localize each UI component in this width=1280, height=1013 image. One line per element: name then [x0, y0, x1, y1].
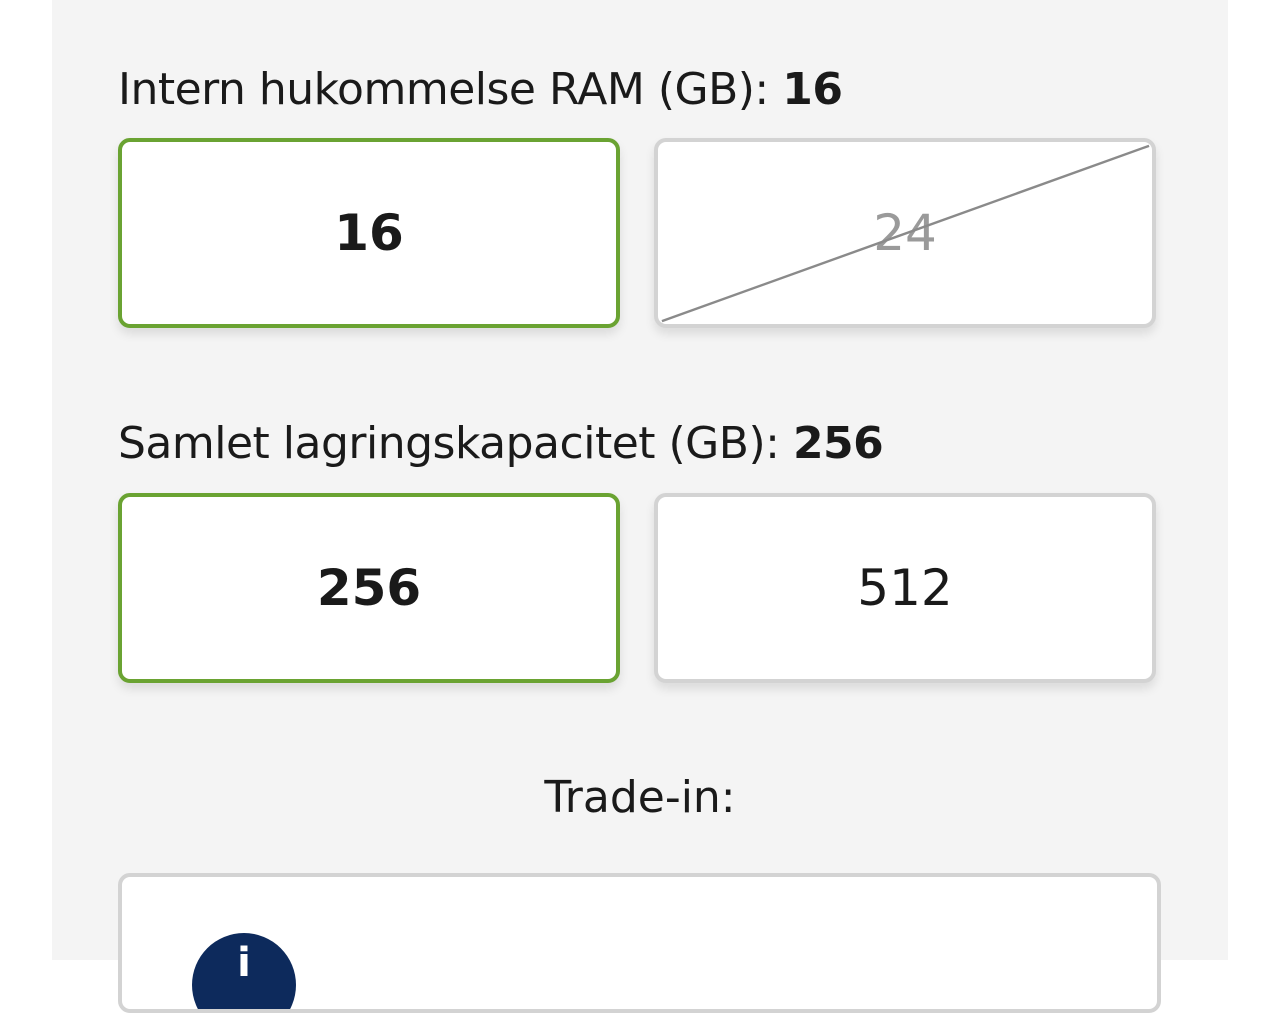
ram-label-text: Intern hukommelse RAM (GB): [118, 64, 769, 115]
storage-option-256[interactable]: 256 [118, 493, 620, 683]
ram-option-24[interactable]: 24 [654, 138, 1156, 328]
storage-label-text: Samlet lagringskapacitet (GB): [118, 418, 780, 469]
ram-option-16[interactable]: 16 [118, 138, 620, 328]
storage-selected-value: 256 [792, 418, 884, 469]
trade-in-title: Trade-in: [544, 772, 736, 823]
ram-selected-value: 16 [782, 64, 843, 115]
trade-in-card[interactable]: i [118, 873, 1161, 1013]
info-icon: i [192, 933, 296, 1009]
storage-option-label: 256 [316, 559, 422, 617]
ram-option-label: 24 [873, 204, 937, 262]
storage-section-label: Samlet lagringskapacitet (GB): 256 [118, 418, 884, 469]
ram-section-label: Intern hukommelse RAM (GB): 16 [118, 64, 843, 115]
ram-option-label: 16 [334, 204, 404, 262]
storage-option-label: 512 [857, 559, 953, 617]
storage-option-512[interactable]: 512 [654, 493, 1156, 683]
